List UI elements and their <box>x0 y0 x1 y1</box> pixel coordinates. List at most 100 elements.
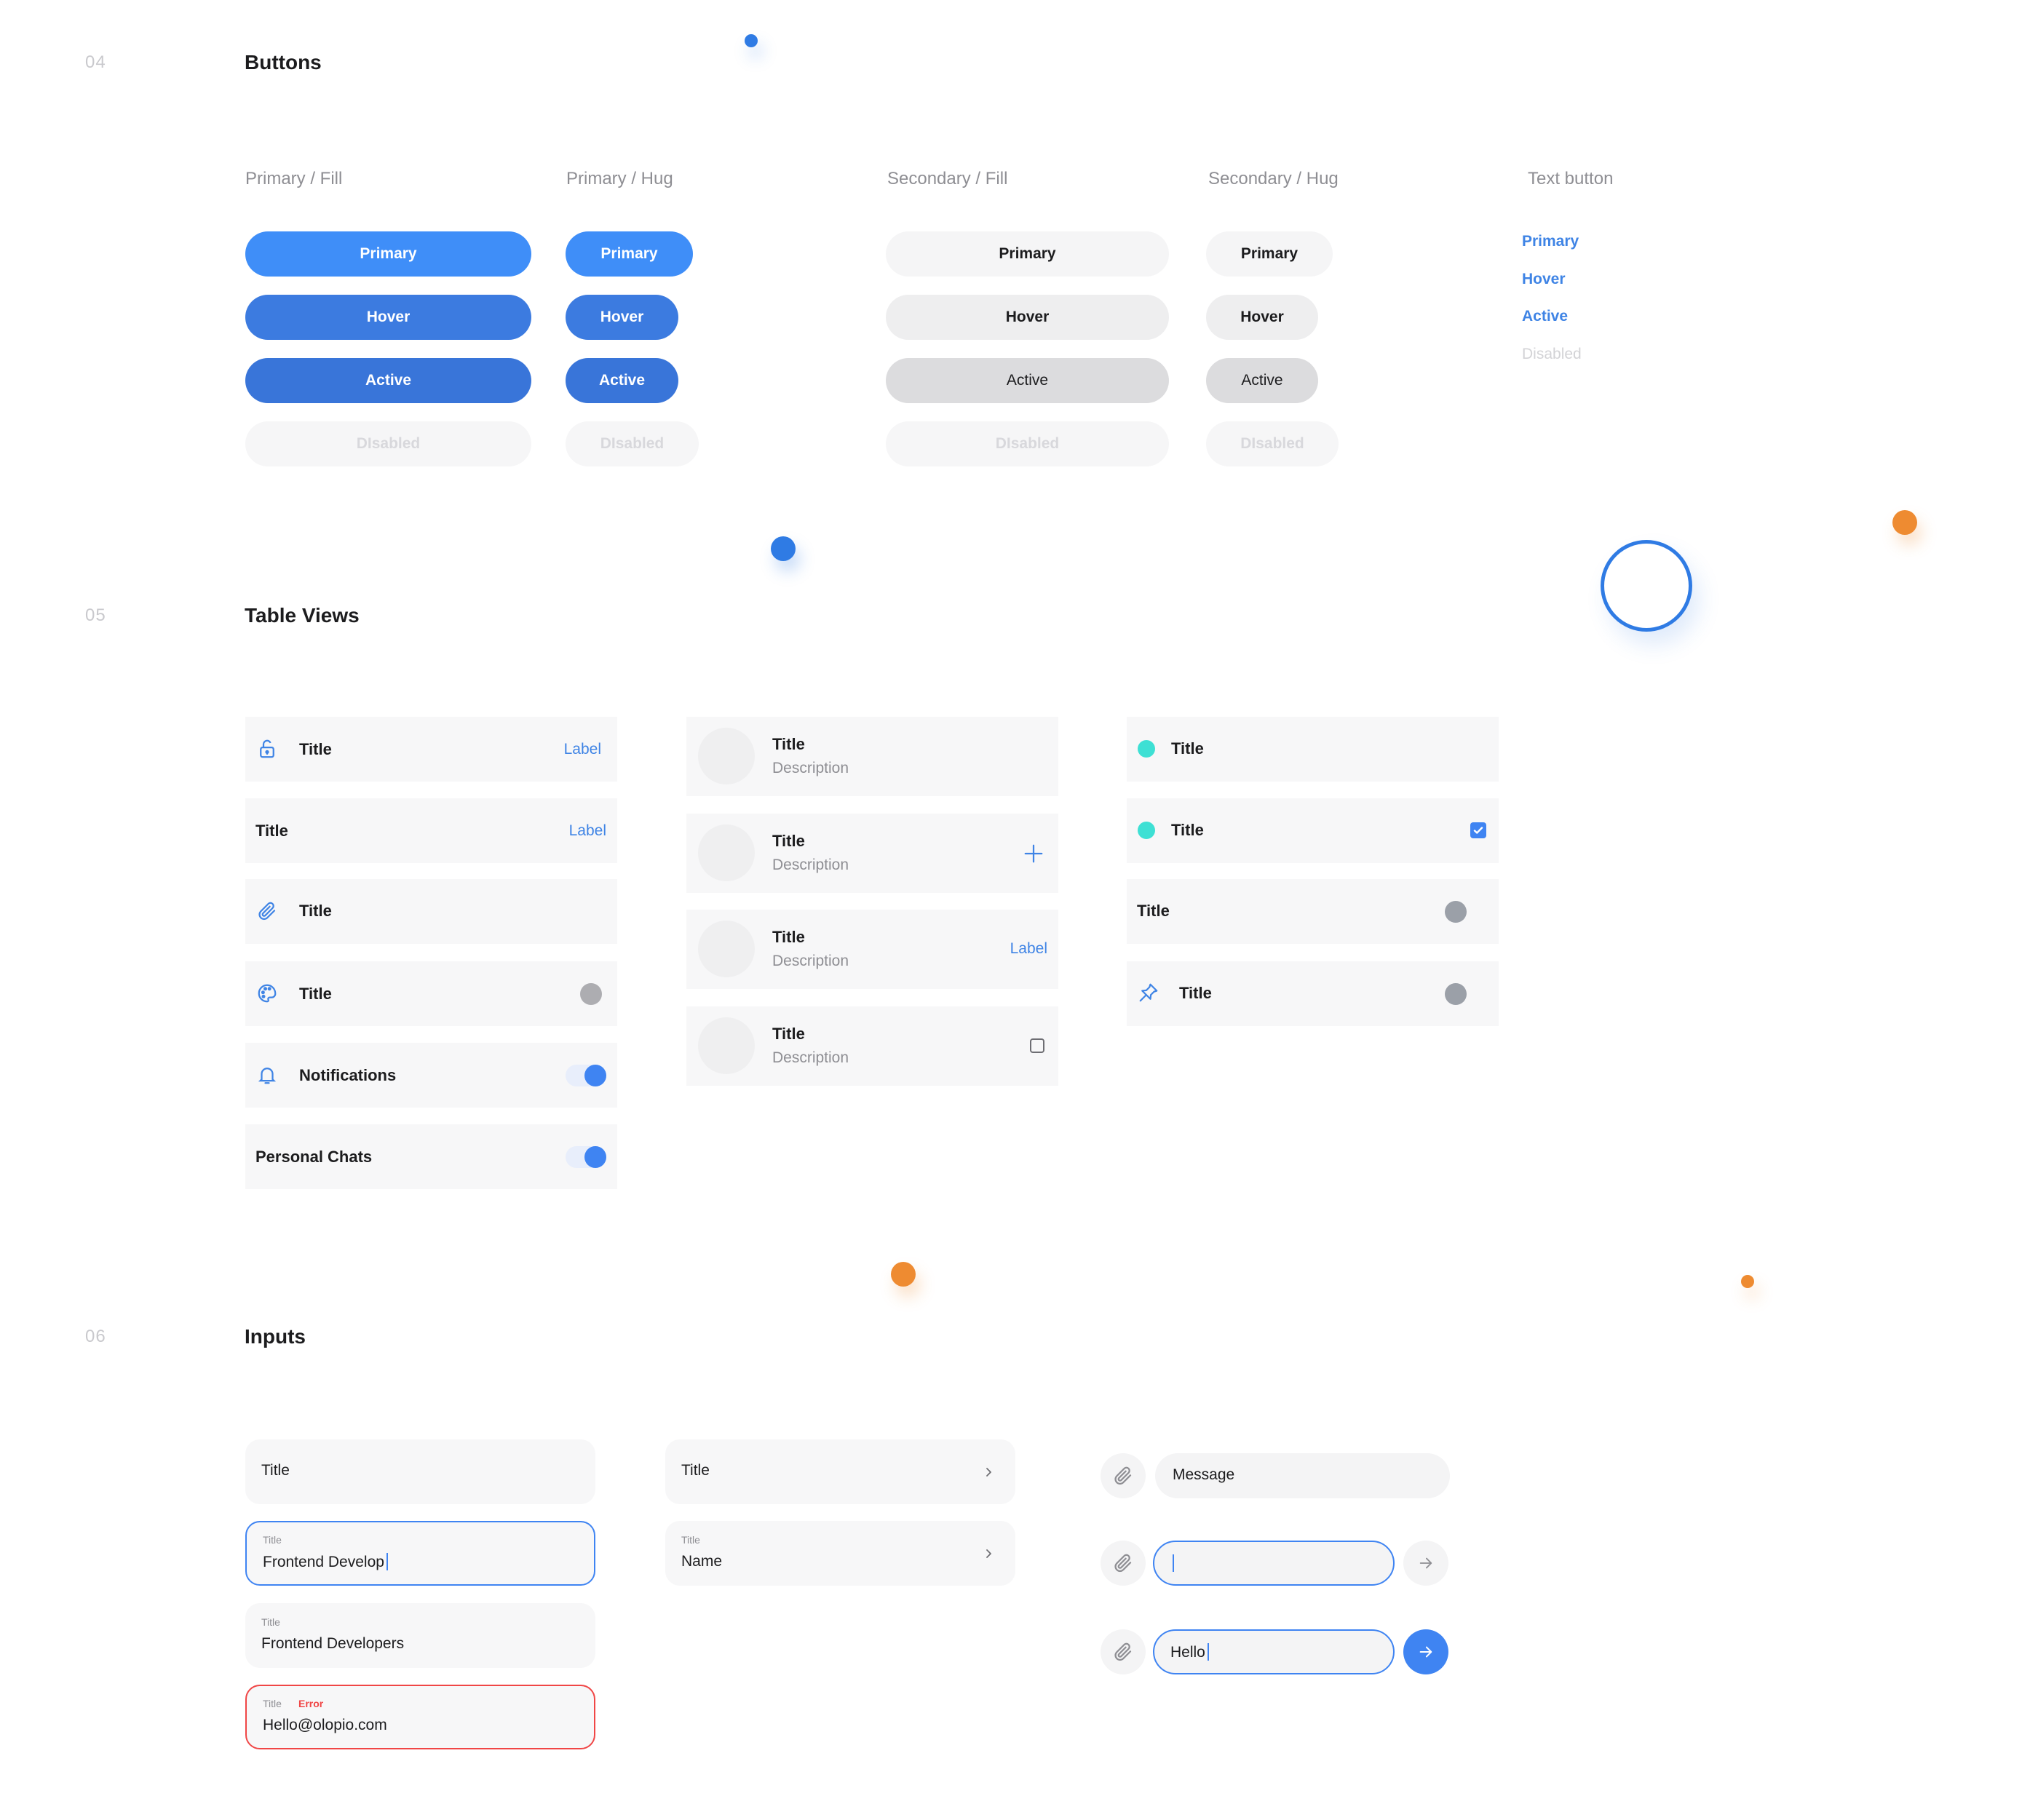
row-title: Notifications <box>299 1066 397 1084</box>
row-description: Description <box>772 1049 849 1066</box>
row-title: Title <box>299 902 332 920</box>
table-row[interactable]: Title Label <box>245 717 617 782</box>
input-placeholder: Message <box>1173 1466 1235 1483</box>
arrow-right-icon <box>1419 1646 1432 1658</box>
text-button-hover[interactable]: Hover <box>1522 271 1566 288</box>
decorative-dot <box>745 34 758 47</box>
text-button-disabled[interactable]: Disabled <box>1522 346 1582 363</box>
text-caret <box>1173 1554 1174 1572</box>
row-title: Title <box>1137 902 1170 920</box>
decorative-dot <box>771 536 796 561</box>
secondary-fill-disabled-button[interactable]: DIsabled <box>886 421 1169 466</box>
table-row[interactable]: Title Description <box>686 814 1058 893</box>
toggle-knob <box>584 1065 606 1086</box>
table-row[interactable]: Title <box>1127 717 1499 782</box>
row-title: Title <box>772 1025 805 1043</box>
row-label[interactable]: Label <box>569 822 606 840</box>
title-input-filled[interactable]: Title Frontend Developers <box>245 1603 595 1668</box>
table-row[interactable]: Title Description <box>686 1006 1058 1086</box>
status-dot <box>1445 901 1467 923</box>
email-input-error[interactable]: Title Error Hello@olopio.com <box>245 1685 595 1749</box>
table-row[interactable]: Title <box>245 879 617 944</box>
secondary-fill-active-button[interactable]: Active <box>886 358 1169 403</box>
text-button-active[interactable]: Active <box>1522 308 1568 325</box>
unlock-icon <box>260 739 274 758</box>
input-value: Hello@olopio.com <box>263 1717 387 1733</box>
name-select[interactable]: Title Name <box>665 1521 1015 1586</box>
table-row[interactable]: Title <box>245 961 617 1026</box>
send-button-disabled[interactable] <box>1403 1541 1448 1586</box>
secondary-fill-hover-button[interactable]: Hover <box>886 295 1169 340</box>
status-dot <box>1445 983 1467 1005</box>
secondary-fill-button[interactable]: Primary <box>886 231 1169 277</box>
title-input-focused[interactable]: Title Frontend Develop <box>245 1521 595 1586</box>
decorative-dot <box>891 1262 916 1287</box>
text-caret <box>1207 1643 1209 1661</box>
table-row[interactable]: Title Description <box>686 717 1058 796</box>
primary-fill-button[interactable]: Primary <box>245 231 531 277</box>
message-input-filled[interactable]: Hello <box>1153 1629 1395 1674</box>
plus-icon[interactable] <box>1023 843 1044 865</box>
send-button[interactable] <box>1403 1629 1448 1674</box>
primary-hug-disabled-button[interactable]: DIsabled <box>566 421 699 466</box>
message-input-focused[interactable] <box>1153 1541 1395 1586</box>
avatar <box>698 1017 755 1074</box>
column-heading-primary-fill: Primary / Fill <box>245 169 343 188</box>
message-input[interactable]: Message <box>1155 1453 1450 1498</box>
bell-icon <box>258 1068 277 1084</box>
text-caret <box>386 1553 388 1570</box>
attach-button[interactable] <box>1101 1629 1146 1674</box>
primary-hug-hover-button[interactable]: Hover <box>566 295 678 340</box>
notifications-toggle[interactable] <box>566 1065 606 1086</box>
arrow-right-icon <box>1419 1557 1432 1569</box>
input-value-text: Hello <box>1170 1644 1205 1661</box>
table-row[interactable]: Title <box>1127 798 1499 863</box>
primary-hug-button[interactable]: Primary <box>566 231 693 277</box>
title-select[interactable]: Title <box>665 1439 1015 1504</box>
input-label: Title <box>263 1698 282 1709</box>
secondary-hug-disabled-button[interactable]: DIsabled <box>1206 421 1339 466</box>
avatar <box>698 921 755 977</box>
row-description: Description <box>772 953 849 969</box>
input-placeholder: Title <box>681 1462 710 1479</box>
row-title: Title <box>299 740 332 758</box>
secondary-hug-button[interactable]: Primary <box>1206 231 1333 277</box>
table-row[interactable]: Title Label <box>245 798 617 863</box>
section-title-table-views: Table Views <box>245 604 360 627</box>
table-row[interactable]: Personal Chats <box>245 1124 617 1189</box>
pin-icon <box>1139 983 1158 1002</box>
decorative-ring <box>1601 540 1692 632</box>
text-button-primary[interactable]: Primary <box>1522 233 1579 250</box>
table-row[interactable]: Title <box>1127 961 1499 1026</box>
personal-chats-toggle[interactable] <box>566 1146 606 1168</box>
title-input[interactable]: Title <box>245 1439 595 1504</box>
checkbox[interactable] <box>1030 1038 1044 1053</box>
check-icon <box>1473 827 1483 834</box>
primary-fill-disabled-button[interactable]: DIsabled <box>245 421 531 466</box>
toggle-knob <box>584 1146 606 1168</box>
input-value: Frontend Develop <box>263 1553 388 1571</box>
table-row[interactable]: Title Description Label <box>686 910 1058 989</box>
table-row[interactable]: Title <box>1127 879 1499 944</box>
row-title: Personal Chats <box>255 1148 373 1166</box>
status-dot <box>1138 740 1155 758</box>
row-title: Title <box>255 822 288 840</box>
primary-fill-hover-button[interactable]: Hover <box>245 295 531 340</box>
row-label[interactable]: Label <box>1010 940 1047 958</box>
input-value: Name <box>681 1553 723 1570</box>
attach-button[interactable] <box>1101 1541 1146 1586</box>
table-row[interactable]: Notifications <box>245 1043 617 1108</box>
primary-hug-active-button[interactable]: Active <box>566 358 678 403</box>
chevron-right-icon <box>986 1549 991 1558</box>
attach-button[interactable] <box>1101 1453 1146 1498</box>
input-label: Title <box>681 1534 700 1546</box>
avatar <box>698 824 755 881</box>
primary-fill-active-button[interactable]: Active <box>245 358 531 403</box>
secondary-hug-active-button[interactable]: Active <box>1206 358 1318 403</box>
input-value <box>1170 1554 1174 1573</box>
input-value: Hello <box>1170 1643 1209 1661</box>
row-label[interactable]: Label <box>564 741 601 758</box>
secondary-hug-hover-button[interactable]: Hover <box>1206 295 1318 340</box>
checkbox-checked[interactable] <box>1470 822 1486 838</box>
row-title: Title <box>772 928 805 946</box>
